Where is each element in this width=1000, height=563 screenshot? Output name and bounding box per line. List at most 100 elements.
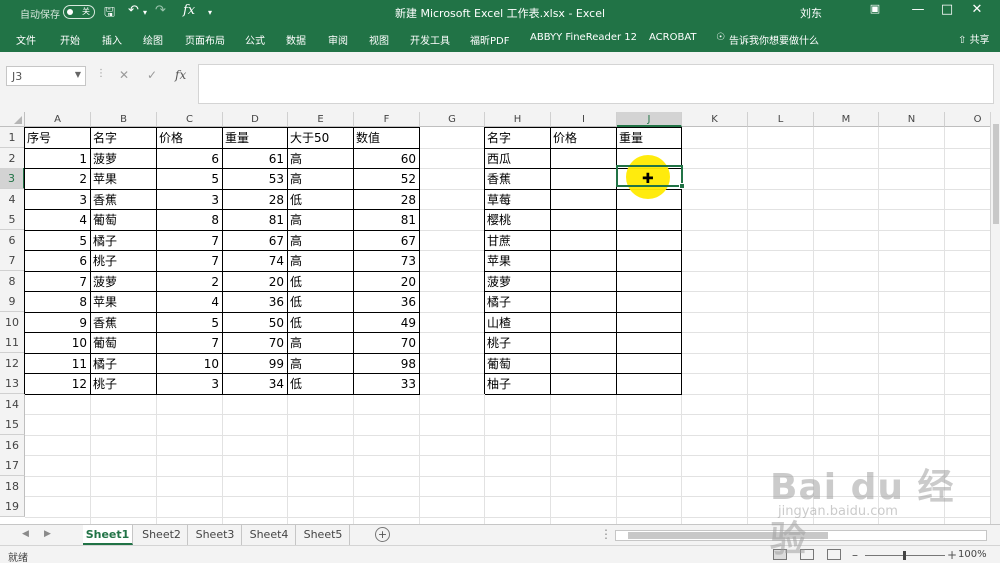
table-cell[interactable]: 柚子 — [485, 374, 549, 394]
maximize-icon[interactable]: □ — [932, 2, 962, 17]
table-cell[interactable]: 2 — [157, 272, 221, 292]
table-cell[interactable]: 8 — [25, 292, 89, 312]
table-cell[interactable]: 桃子 — [91, 251, 155, 271]
table-cell[interactable]: 33 — [354, 374, 418, 394]
row-header-10[interactable]: 10 — [0, 312, 25, 333]
table-cell[interactable]: 36 — [223, 292, 286, 312]
table-cell[interactable]: 60 — [354, 149, 418, 169]
table-cell[interactable]: 3 — [157, 374, 221, 394]
add-sheet-button[interactable]: + — [375, 527, 390, 542]
table-cell[interactable]: 74 — [223, 251, 286, 271]
user-name[interactable]: 刘东 — [800, 5, 822, 21]
table-cell[interactable]: 73 — [354, 251, 418, 271]
table-cell[interactable]: 81 — [354, 210, 418, 230]
sheet-tab-2[interactable]: Sheet2 — [136, 525, 188, 545]
tab-data[interactable]: 数据 — [286, 32, 306, 47]
table-cell[interactable]: 低 — [288, 374, 352, 394]
tab-home[interactable]: 开始 — [60, 32, 80, 47]
table-cell[interactable]: 50 — [223, 313, 286, 333]
table-cell[interactable]: 4 — [25, 210, 89, 230]
table-cell[interactable]: 苹果 — [91, 169, 155, 189]
table-cell[interactable]: 10 — [25, 333, 89, 353]
prev-sheet-icon[interactable]: ◀ — [22, 529, 29, 539]
column-header-o[interactable]: O — [945, 112, 990, 127]
tab-abbyy[interactable]: ABBYY FineReader 12 — [530, 32, 637, 43]
column-header-i[interactable]: I — [551, 112, 617, 127]
vertical-scrollbar[interactable] — [990, 112, 1000, 524]
table-cell[interactable]: 高 — [288, 251, 352, 271]
insert-function-icon[interactable]: fx — [175, 68, 186, 82]
table-cell[interactable]: 橘子 — [91, 231, 155, 251]
column-header-g[interactable]: G — [420, 112, 485, 127]
row-header-9[interactable]: 9 — [0, 291, 25, 312]
tab-view[interactable]: 视图 — [369, 32, 389, 47]
enter-icon[interactable]: ✓ — [147, 68, 157, 82]
close-icon[interactable]: ✕ — [962, 2, 992, 17]
row-header-19[interactable]: 19 — [0, 496, 25, 517]
table-cell[interactable]: 11 — [25, 354, 89, 374]
table-cell[interactable]: 28 — [354, 190, 418, 210]
row-header-7[interactable]: 7 — [0, 250, 25, 271]
next-sheet-icon[interactable]: ▶ — [44, 529, 51, 539]
table-cell[interactable]: 67 — [223, 231, 286, 251]
sheet-tab-4[interactable]: Sheet4 — [243, 525, 296, 545]
table-cell[interactable]: 9 — [25, 313, 89, 333]
row-header-11[interactable]: 11 — [0, 332, 25, 353]
select-all-button[interactable] — [0, 112, 25, 127]
header-cell[interactable]: 重量 — [617, 128, 680, 148]
column-header-a[interactable]: A — [25, 112, 91, 127]
header-cell[interactable]: 名字 — [91, 128, 155, 148]
table-cell[interactable]: 高 — [288, 231, 352, 251]
table-cell[interactable]: 山楂 — [485, 313, 549, 333]
row-header-17[interactable]: 17 — [0, 455, 25, 476]
table-cell[interactable]: 高 — [288, 354, 352, 374]
column-header-n[interactable]: N — [879, 112, 945, 127]
table-cell[interactable]: 61 — [223, 149, 286, 169]
table-cell[interactable]: 8 — [157, 210, 221, 230]
table-cell[interactable]: 81 — [223, 210, 286, 230]
table-cell[interactable]: 53 — [223, 169, 286, 189]
table-cell[interactable]: 高 — [288, 333, 352, 353]
table-cell[interactable]: 低 — [288, 313, 352, 333]
table-cell[interactable]: 98 — [354, 354, 418, 374]
tab-acrobat[interactable]: ACROBAT — [649, 32, 697, 43]
row-header-12[interactable]: 12 — [0, 353, 25, 374]
table-cell[interactable]: 低 — [288, 292, 352, 312]
tab-developer[interactable]: 开发工具 — [410, 32, 450, 47]
table-cell[interactable]: 香蕉 — [91, 190, 155, 210]
table-cell[interactable]: 34 — [223, 374, 286, 394]
table-cell[interactable]: 葡萄 — [91, 210, 155, 230]
column-header-c[interactable]: C — [157, 112, 223, 127]
header-cell[interactable]: 价格 — [551, 128, 615, 148]
table-cell[interactable]: 70 — [223, 333, 286, 353]
tab-insert[interactable]: 插入 — [102, 32, 122, 47]
table-cell[interactable]: 3 — [157, 190, 221, 210]
table-cell[interactable]: 甘蔗 — [485, 231, 549, 251]
chevron-down-icon[interactable]: ▼ — [75, 70, 81, 79]
ribbon-display-icon[interactable]: ▣ — [860, 2, 890, 15]
table-cell[interactable]: 苹果 — [485, 251, 549, 271]
header-cell[interactable]: 重量 — [223, 128, 286, 148]
tab-page-layout[interactable]: 页面布局 — [185, 32, 225, 47]
header-cell[interactable]: 大于50 — [288, 128, 352, 148]
table-cell[interactable]: 高 — [288, 210, 352, 230]
formula-input[interactable] — [198, 64, 994, 104]
table-cell[interactable]: 低 — [288, 272, 352, 292]
sheet-tab-5[interactable]: Sheet5 — [297, 525, 350, 545]
header-cell[interactable]: 序号 — [25, 128, 89, 148]
table-cell[interactable]: 5 — [25, 231, 89, 251]
table-cell[interactable]: 菠萝 — [485, 272, 549, 292]
table-cell[interactable]: 4 — [157, 292, 221, 312]
name-box[interactable]: J3 ▼ — [6, 66, 86, 86]
row-header-5[interactable]: 5 — [0, 209, 25, 230]
table-cell[interactable]: 高 — [288, 169, 352, 189]
row-header-13[interactable]: 13 — [0, 373, 25, 394]
column-header-j[interactable]: J — [617, 112, 682, 127]
table-cell[interactable]: 7 — [157, 333, 221, 353]
cancel-icon[interactable]: ✕ — [119, 68, 129, 82]
table-cell[interactable]: 5 — [157, 313, 221, 333]
column-header-l[interactable]: L — [748, 112, 814, 127]
row-header-8[interactable]: 8 — [0, 271, 25, 292]
table-cell[interactable]: 西瓜 — [485, 149, 549, 169]
table-cell[interactable]: 葡萄 — [485, 354, 549, 374]
